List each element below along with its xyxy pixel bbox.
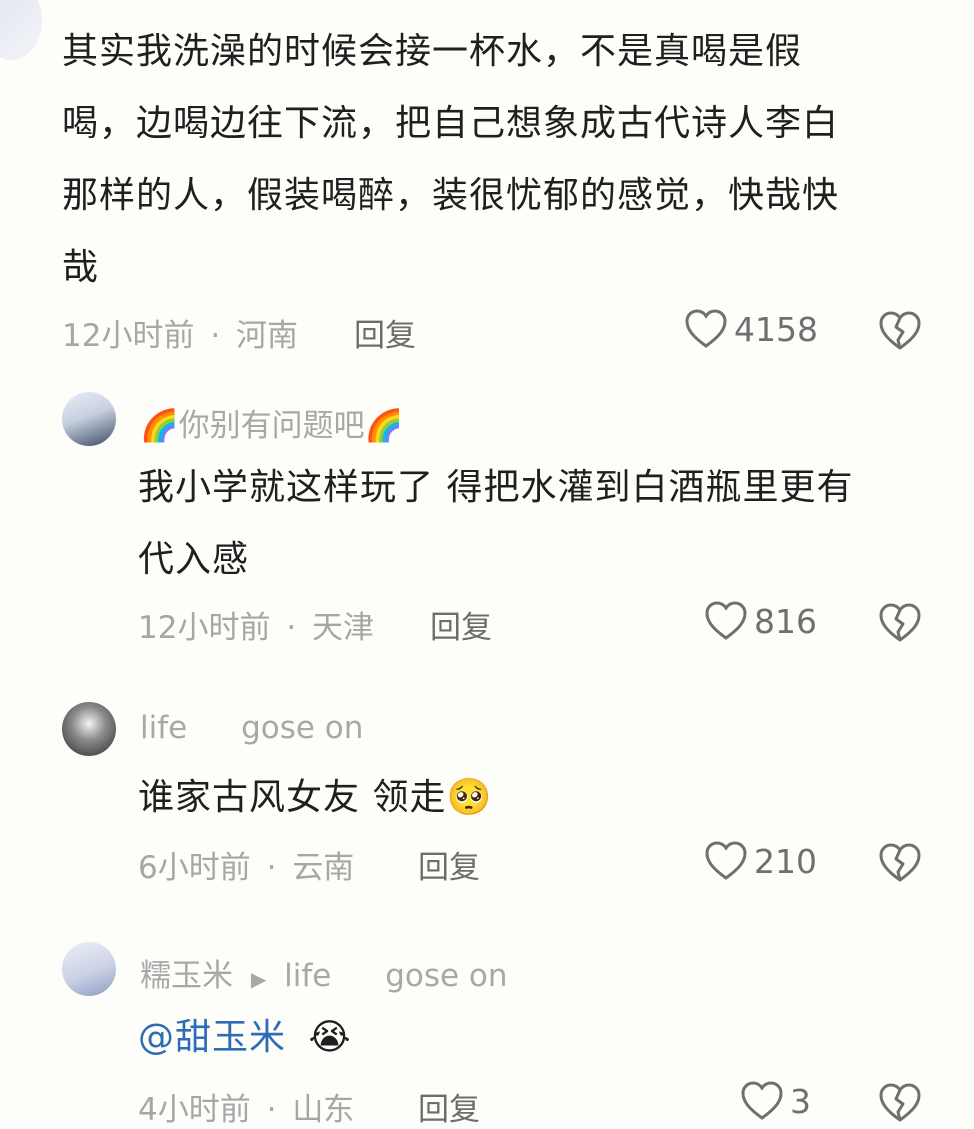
comment-line: 哉 xyxy=(62,247,100,288)
avatar[interactable] xyxy=(62,702,116,756)
comment-text: 其实我洗澡的时候会接一杯水，不是真喝是假 喝，边喝边往下流，把自己想象成古代诗人… xyxy=(62,16,942,304)
reply-button[interactable]: 回复 xyxy=(418,1084,480,1129)
heart-outline-icon xyxy=(741,1081,783,1120)
username[interactable]: 🌈你别有问题吧🌈 xyxy=(140,400,403,445)
dislike-button[interactable] xyxy=(878,602,922,648)
reply-button[interactable]: 回复 xyxy=(418,842,480,887)
like-button[interactable]: 210 xyxy=(704,840,817,882)
comment-line: 其实我洗澡的时候会接一杯水，不是真喝是假 xyxy=(62,31,803,72)
comment-meta: 12小时前 · 河南 xyxy=(62,310,298,355)
emoji: 😭 xyxy=(308,1017,352,1058)
location: 云南 xyxy=(292,850,355,886)
dislike-button[interactable] xyxy=(878,842,922,888)
comment-line: 我小学就这样玩了 得把水灌到白酒瓶里更有 xyxy=(138,467,854,508)
timestamp: 6小时前 xyxy=(138,850,251,886)
comment-line: 喝，边喝边往下流，把自己想象成古代诗人李白 xyxy=(62,103,840,144)
reply-to-suffix: gose on xyxy=(385,958,508,994)
dislike-button[interactable] xyxy=(878,310,922,356)
avatar[interactable] xyxy=(0,0,42,60)
reply-arrow-icon: ▶ xyxy=(250,967,267,991)
comment-meta: 6小时前 · 云南 xyxy=(138,842,354,887)
location: 天津 xyxy=(312,610,375,646)
reply-button[interactable]: 回复 xyxy=(354,310,416,355)
separator: · xyxy=(266,1092,277,1128)
timestamp: 12小时前 xyxy=(138,610,271,646)
separator: · xyxy=(210,318,221,354)
like-button[interactable]: 3 xyxy=(740,1080,811,1122)
avatar[interactable] xyxy=(62,942,116,996)
reply-button[interactable]: 回复 xyxy=(430,602,492,647)
timestamp: 12小时前 xyxy=(62,318,195,354)
comment-meta: 12小时前 · 天津 xyxy=(138,602,374,647)
like-count: 210 xyxy=(754,841,817,881)
avatar[interactable] xyxy=(62,392,116,446)
heart-outline-icon xyxy=(705,601,747,640)
like-count: 816 xyxy=(754,601,817,641)
heart-outline-icon xyxy=(685,309,727,348)
location: 山东 xyxy=(292,1092,355,1128)
like-button[interactable]: 816 xyxy=(704,600,817,642)
username-main: 糯玉米 xyxy=(140,958,233,994)
like-button[interactable]: 4158 xyxy=(684,308,818,350)
broken-heart-icon xyxy=(879,843,921,882)
username-suffix: gose on xyxy=(241,710,364,746)
comment-meta: 4小时前 · 山东 xyxy=(138,1084,354,1129)
username[interactable]: life gose on xyxy=(140,710,363,746)
mention-link[interactable]: @甜玉米 xyxy=(138,1017,286,1058)
broken-heart-icon xyxy=(879,603,921,642)
timestamp: 4小时前 xyxy=(138,1092,251,1128)
location: 河南 xyxy=(236,318,299,354)
like-count: 4158 xyxy=(734,309,818,349)
comment-line: 代入感 xyxy=(138,539,250,580)
comment-text: 谁家古风女友 领走🥺 xyxy=(138,777,493,818)
separator: · xyxy=(286,610,297,646)
username-main: life xyxy=(140,710,188,746)
dislike-button[interactable] xyxy=(878,1082,922,1128)
reply-to-user: life xyxy=(284,958,332,994)
separator: · xyxy=(266,850,277,886)
broken-heart-icon xyxy=(879,311,921,350)
username[interactable]: 糯玉米 ▶ life gose on xyxy=(140,950,508,995)
comment-text: @甜玉米 😭 xyxy=(138,1002,938,1074)
comment-text: 我小学就这样玩了 得把水灌到白酒瓶里更有 代入感 xyxy=(138,452,938,596)
comment-line: 那样的人，假装喝醉，装很忧郁的感觉，快哉快 xyxy=(62,175,840,216)
heart-outline-icon xyxy=(705,841,747,880)
like-count: 3 xyxy=(790,1081,811,1121)
